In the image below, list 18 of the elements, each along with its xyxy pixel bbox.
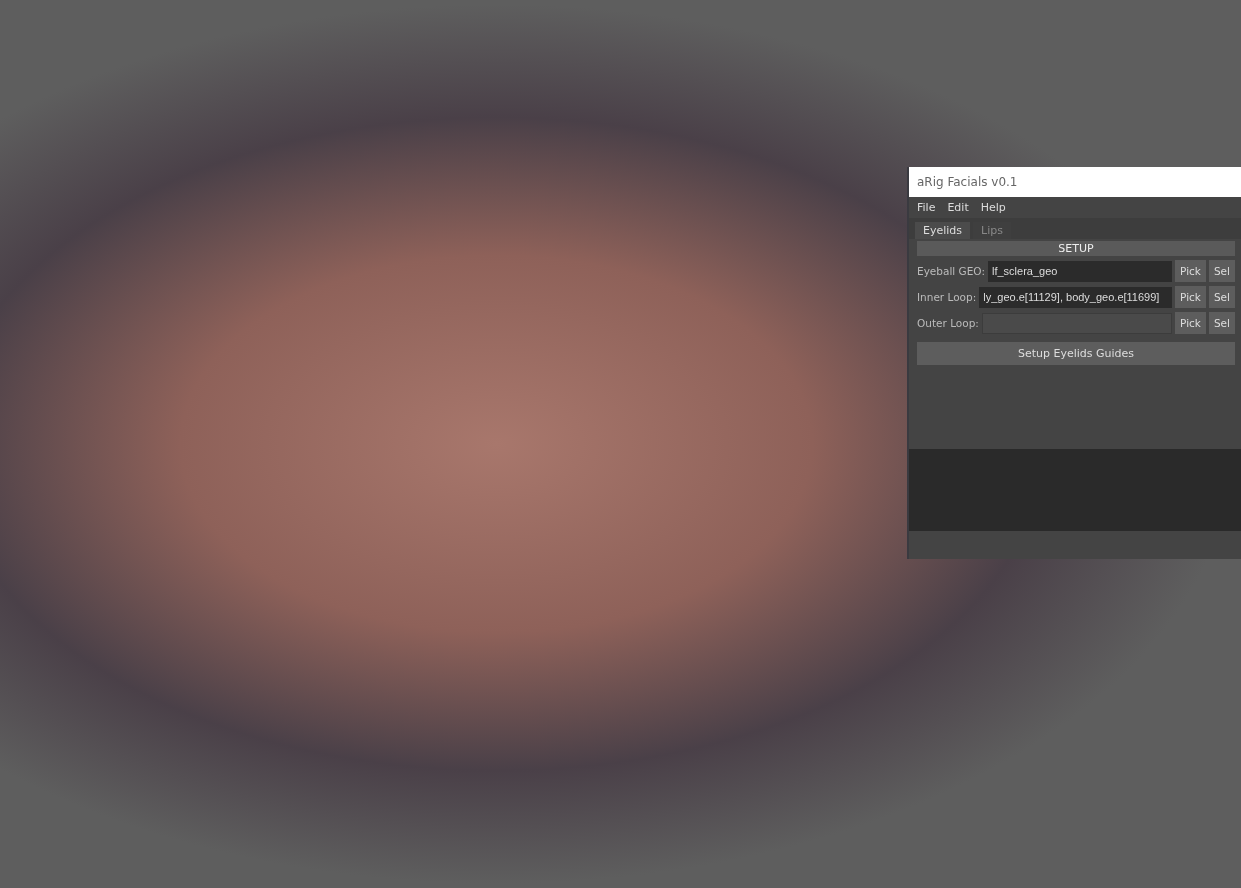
row-button[interactable]: Pick [1175, 312, 1206, 334]
row-button[interactable]: Sel [1208, 286, 1235, 308]
row-button[interactable]: Pick [1175, 260, 1206, 282]
setup-button[interactable]: Setup Eyelids Guides [917, 342, 1235, 365]
menu-item[interactable]: Edit [943, 199, 973, 216]
input-field[interactable]: ly_geo.e[11129], body_geo.e[11699] [979, 286, 1173, 308]
tab[interactable]: Eyelids [915, 222, 971, 239]
input-field[interactable]: lf_sclera_geo [987, 260, 1173, 282]
row-button[interactable]: Sel [1208, 312, 1235, 334]
menu-item[interactable]: Help [976, 199, 1010, 216]
window-title: aRig Facials v0.1 [909, 167, 1241, 197]
field-label: Inner Loop: [917, 291, 977, 303]
menu-item[interactable]: File [913, 199, 940, 216]
field-label: Eyeball GEO: [917, 265, 985, 277]
field-label: Outer Loop: [917, 317, 979, 329]
row-button[interactable]: Pick [1175, 286, 1206, 308]
row-button[interactable]: Sel [1208, 260, 1235, 282]
section-header: SETUP [917, 241, 1235, 256]
